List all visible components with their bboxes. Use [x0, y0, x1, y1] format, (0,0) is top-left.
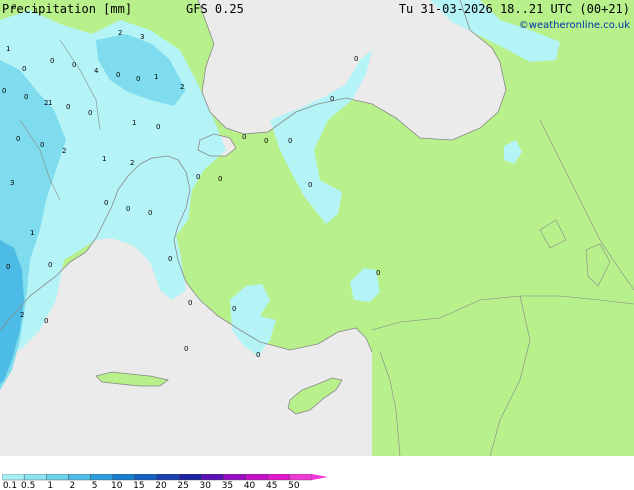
colorbar-segment	[46, 474, 69, 481]
colorbar-segment	[267, 474, 291, 481]
legend-tick: 1	[47, 481, 54, 490]
colorbar-segment	[201, 474, 224, 481]
legend-tick: 0.1	[2, 481, 18, 490]
legend-tick: 2	[69, 481, 76, 490]
legend-tick: 20	[155, 481, 167, 490]
colorbar-segment	[178, 474, 202, 481]
colorbar-segment	[68, 474, 91, 481]
colorbar-segment	[156, 474, 180, 481]
legend-tick: 40	[243, 481, 256, 490]
precipitation-map-screen: 0123401000120010020001230001200000000012…	[0, 0, 634, 490]
legend-tick: 35	[221, 481, 234, 490]
colorbar-segment	[245, 474, 268, 481]
model-name: GFS 0.25	[186, 2, 244, 16]
legend-tick: 50	[288, 481, 300, 490]
precipitation-map	[0, 0, 634, 456]
legend-tick: 5	[91, 481, 98, 490]
colorbar-segment	[2, 474, 25, 481]
colorbar-segment	[289, 474, 313, 481]
colorbar-segment	[23, 474, 47, 481]
legend-tick: 45	[265, 481, 278, 490]
valid-time: Tu 31-03-2026 18..21 UTC (00+21)	[398, 2, 630, 16]
legend-tick: 15	[133, 481, 145, 490]
colorbar-arrow	[312, 474, 328, 480]
legend-tick: 30	[199, 481, 212, 490]
colorbar-segment	[223, 474, 246, 481]
colorbar-segment	[90, 474, 113, 481]
legend-tick: 10	[110, 481, 123, 490]
credit-link[interactable]: ©weatheronline.co.uk	[519, 20, 630, 31]
legend-tick: 0.5	[20, 481, 36, 490]
legend-title: Precipitation [mm]	[2, 2, 133, 16]
colorbar-segment	[134, 474, 158, 481]
legend-tick: 25	[177, 481, 189, 490]
colorbar-segment	[112, 474, 136, 481]
